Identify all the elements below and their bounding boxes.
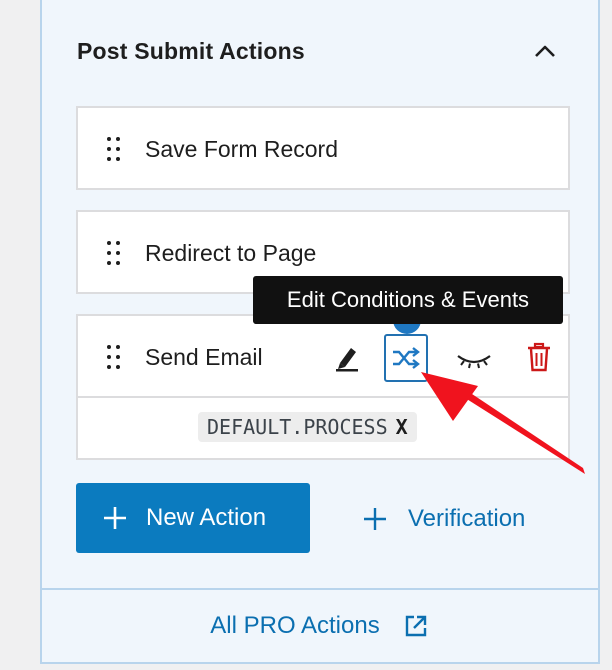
remove-event-tag-button[interactable]: X xyxy=(396,415,408,439)
screen: Post Submit Actions Save Form Record Red… xyxy=(0,0,612,670)
all-pro-actions-label: All PRO Actions xyxy=(210,612,380,639)
post-submit-actions-panel: Post Submit Actions Save Form Record Red… xyxy=(40,0,600,664)
collapse-button[interactable] xyxy=(530,36,560,66)
panel-header[interactable]: Post Submit Actions xyxy=(42,0,598,100)
event-tag: DEFAULT.PROCESS X xyxy=(198,412,417,442)
eye-closed-icon xyxy=(457,355,491,369)
new-action-button[interactable]: New Action xyxy=(76,483,310,553)
pencil-icon xyxy=(336,348,358,372)
event-tag-label: DEFAULT.PROCESS xyxy=(207,415,388,439)
toggle-visibility-button[interactable] xyxy=(452,340,496,378)
plus-icon xyxy=(364,508,386,530)
plus-icon xyxy=(104,507,126,529)
external-link-icon xyxy=(405,615,426,637)
delete-action-button[interactable] xyxy=(520,338,558,376)
all-pro-actions-link[interactable]: All PRO Actions xyxy=(42,590,598,662)
drag-handle-icon[interactable] xyxy=(104,343,124,373)
trash-icon xyxy=(528,342,550,372)
verification-button[interactable]: Verification xyxy=(362,495,525,543)
panel-title: Post Submit Actions xyxy=(77,38,305,64)
drag-handle-icon[interactable] xyxy=(104,135,124,165)
edit-conditions-button[interactable] xyxy=(384,334,428,382)
action-events-row: DEFAULT.PROCESS X xyxy=(76,396,570,460)
chevron-up-icon xyxy=(535,45,555,57)
action-item-save-form-record[interactable]: Save Form Record xyxy=(76,106,570,190)
action-label: Redirect to Page xyxy=(145,240,317,266)
action-label: Send Email xyxy=(145,344,263,370)
verification-label: Verification xyxy=(408,505,526,532)
action-item-send-email[interactable]: Send Email xyxy=(76,314,570,398)
drag-handle-icon[interactable] xyxy=(104,239,124,269)
action-label: Save Form Record xyxy=(145,136,339,162)
shuffle-icon xyxy=(393,347,420,369)
edit-action-button[interactable] xyxy=(328,338,366,376)
edit-conditions-tooltip: Edit Conditions & Events xyxy=(253,276,563,324)
new-action-label: New Action xyxy=(146,504,267,531)
